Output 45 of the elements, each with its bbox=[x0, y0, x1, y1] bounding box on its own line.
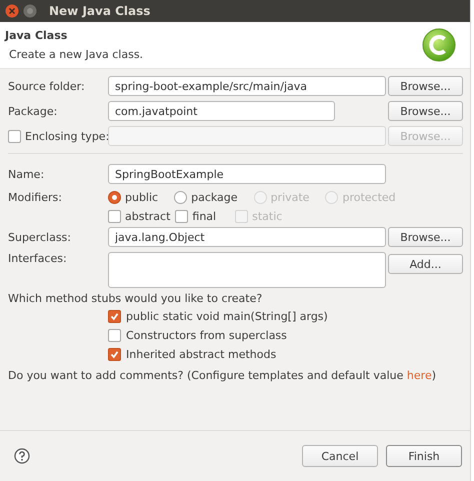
field-label: Name: bbox=[8, 168, 44, 180]
browse-button: Browse... bbox=[388, 126, 463, 146]
field-label: Source folder: bbox=[8, 80, 85, 92]
field-label: Interfaces: bbox=[8, 252, 67, 265]
close-icon[interactable] bbox=[5, 4, 19, 18]
add-button[interactable]: Add... bbox=[388, 254, 463, 274]
checkbox[interactable] bbox=[108, 310, 121, 323]
dialog-button[interactable]: Finish bbox=[386, 445, 462, 467]
option-label: abstract bbox=[125, 210, 170, 222]
radio-button[interactable] bbox=[108, 190, 121, 204]
text-field[interactable]: SpringBootExample bbox=[108, 164, 386, 184]
option-label: Inherited abstract methods bbox=[126, 348, 276, 361]
banner-description: Create a new Java class. bbox=[9, 48, 144, 61]
option-label: Constructors from superclass bbox=[126, 329, 287, 342]
option-label: public static void main(String[] args) bbox=[126, 310, 328, 323]
window-title: New Java Class bbox=[49, 4, 150, 18]
help-icon[interactable] bbox=[14, 448, 30, 464]
option-label: private bbox=[270, 190, 310, 204]
list-box[interactable] bbox=[108, 252, 386, 288]
browse-button[interactable]: Browse... bbox=[388, 76, 463, 96]
browse-button[interactable]: Browse... bbox=[388, 227, 463, 247]
minimize-icon[interactable] bbox=[23, 4, 37, 18]
question-text: Which method stubs would you like to create? bbox=[8, 292, 264, 305]
checkbox[interactable] bbox=[108, 329, 121, 342]
option-label: protected bbox=[342, 190, 396, 204]
text-field[interactable]: spring-boot-example/src/main/java bbox=[108, 76, 386, 96]
field-label: Package: bbox=[8, 104, 58, 118]
field-label: Superclass: bbox=[8, 230, 71, 244]
option-label: public bbox=[125, 190, 158, 204]
text-field[interactable]: java.lang.Object bbox=[108, 227, 386, 247]
question-text: Do you want to add comments? (Configure templates and default value here) bbox=[8, 369, 438, 382]
banner-title: Java Class bbox=[5, 29, 68, 42]
option-label: final bbox=[192, 210, 216, 222]
field-label: Modifiers: bbox=[8, 190, 62, 204]
checkbox[interactable] bbox=[108, 210, 121, 222]
class-icon bbox=[422, 28, 456, 62]
option-label: package bbox=[191, 190, 238, 204]
field-label: Enclosing type: bbox=[25, 130, 110, 142]
text-field[interactable]: com.javatpoint bbox=[108, 101, 335, 121]
radio-button[interactable] bbox=[174, 190, 188, 204]
option-label: static bbox=[252, 210, 282, 222]
checkbox[interactable] bbox=[175, 210, 188, 222]
browse-button[interactable]: Browse... bbox=[388, 101, 463, 121]
checkbox[interactable] bbox=[108, 348, 121, 361]
dialog-button[interactable]: Cancel bbox=[302, 445, 378, 467]
